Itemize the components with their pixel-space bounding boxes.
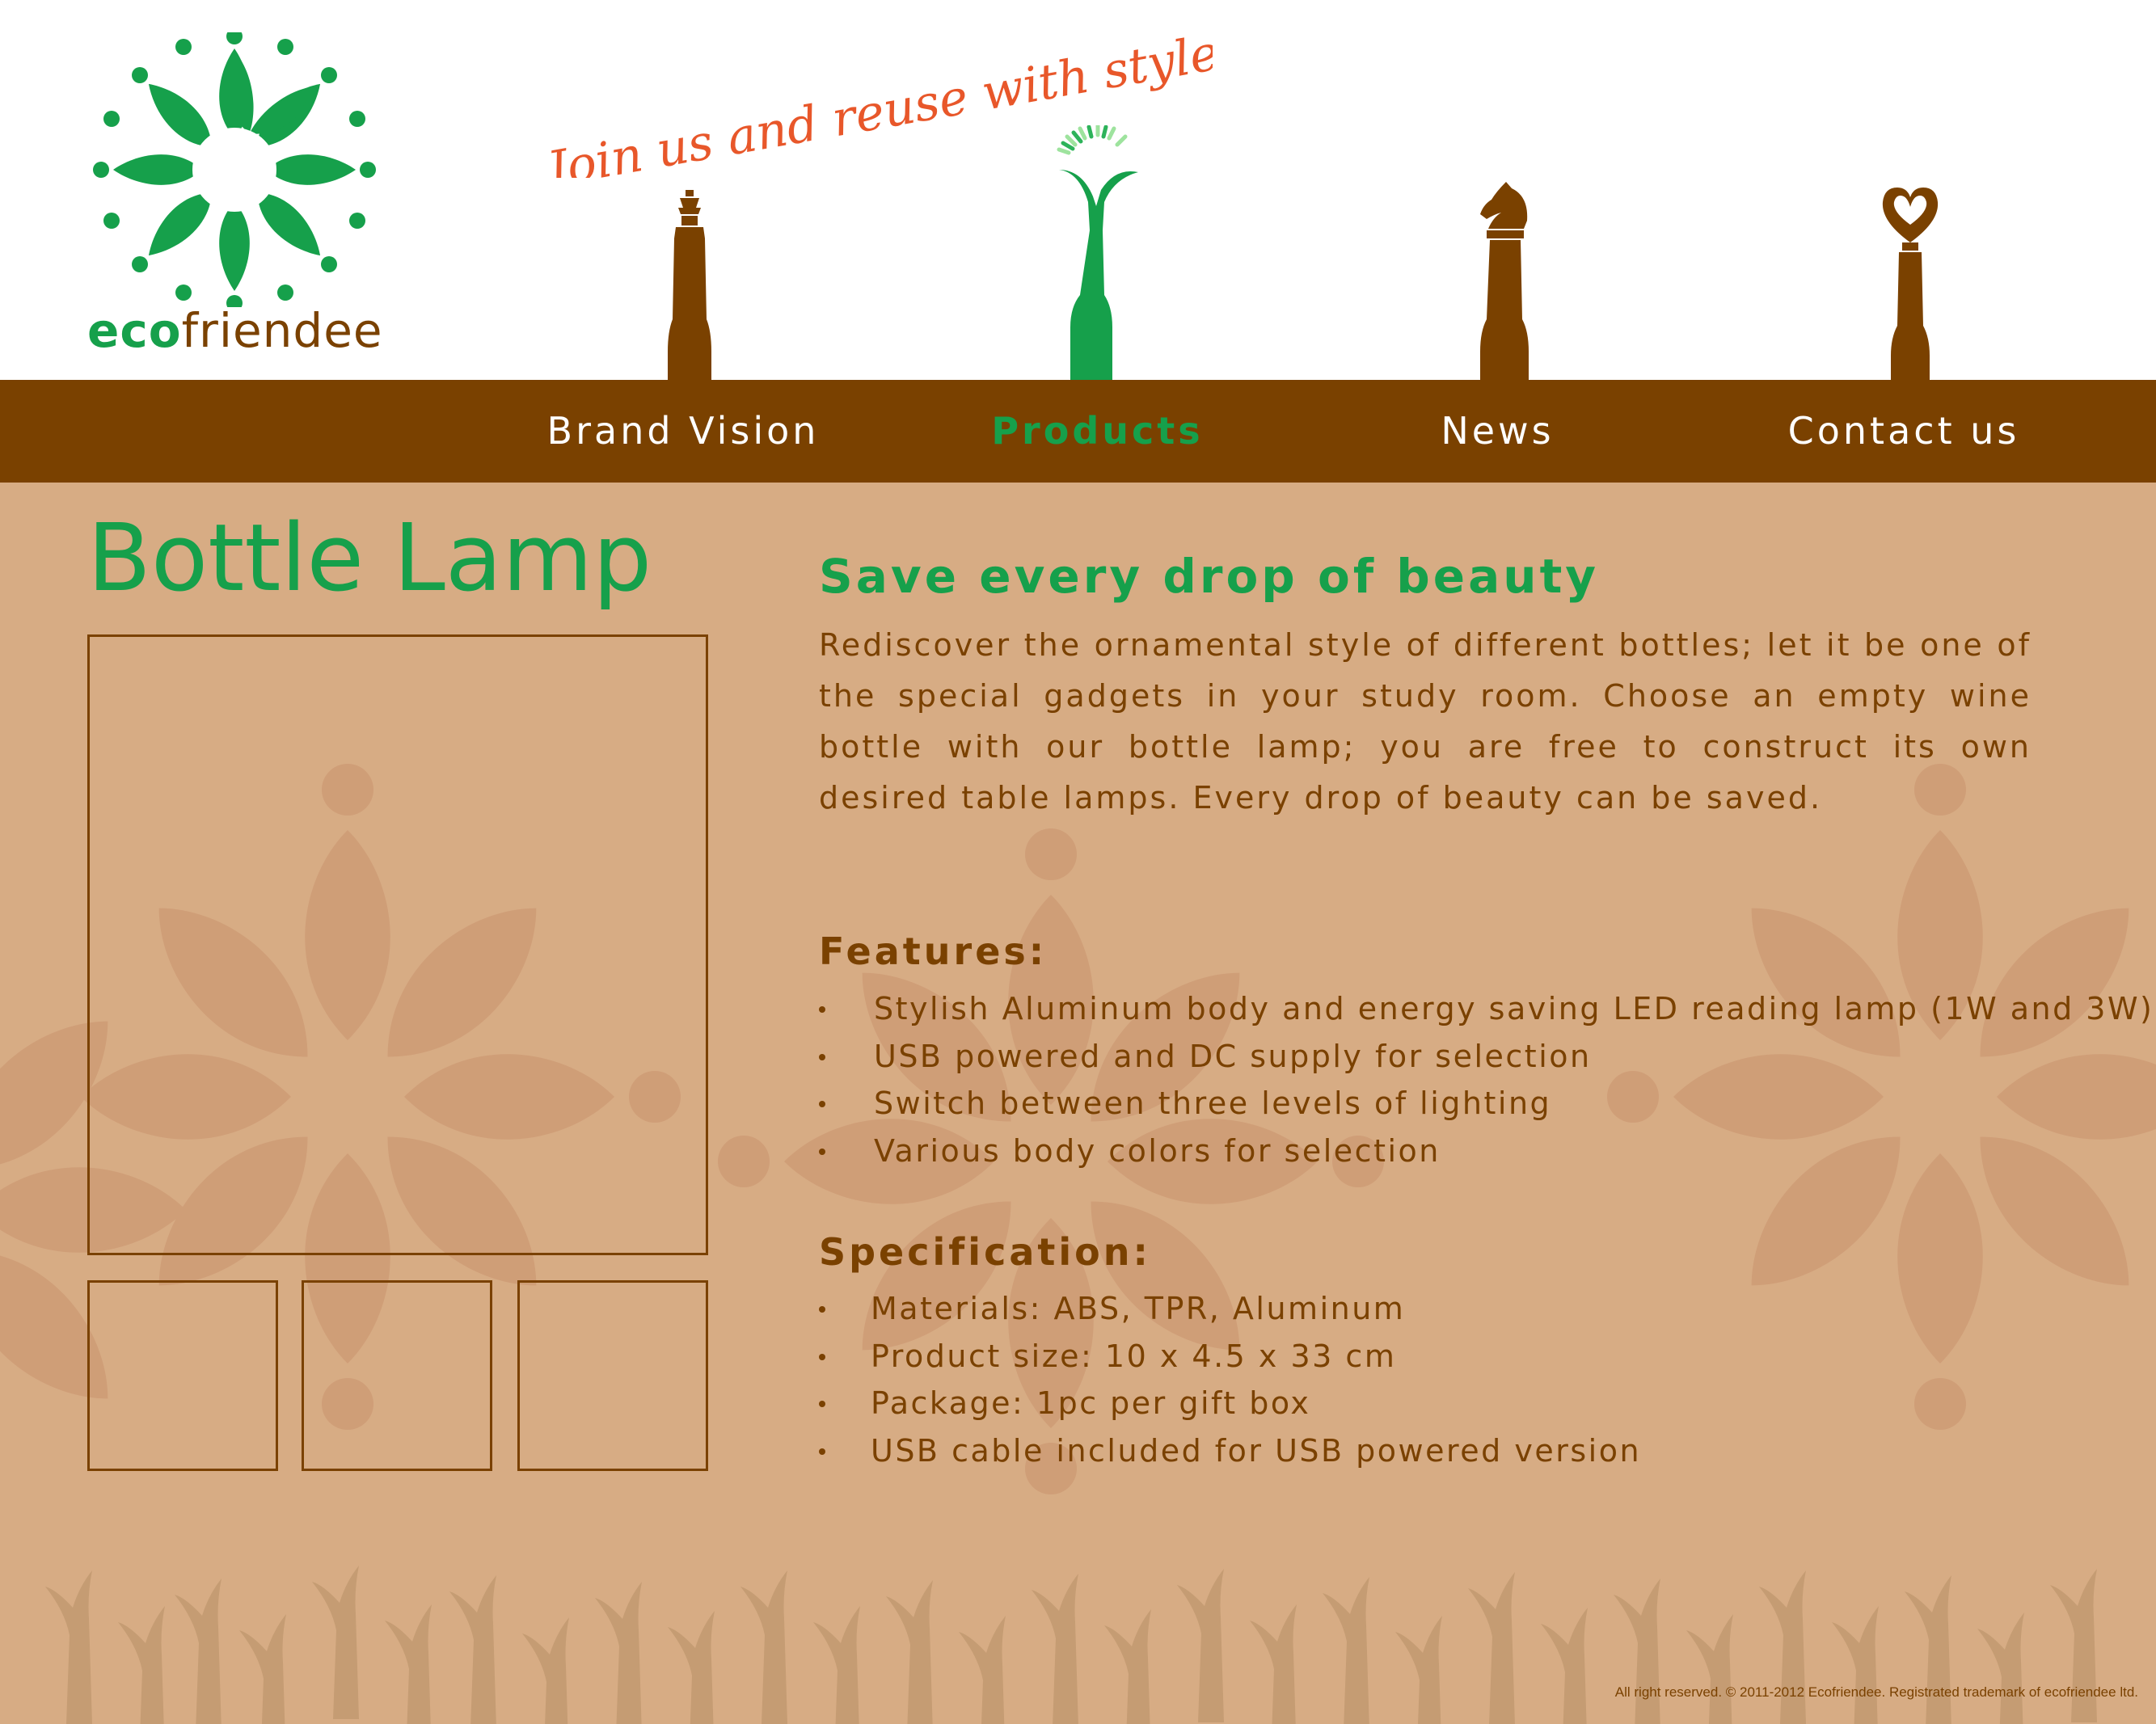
page-title: Bottle Lamp bbox=[87, 504, 652, 613]
bullet-icon bbox=[819, 1353, 825, 1360]
queen-chess-bottle-icon bbox=[668, 190, 711, 380]
product-thumbnail[interactable] bbox=[517, 1280, 708, 1471]
spec-text: Package: 1pc per gift box bbox=[871, 1385, 1311, 1421]
feature-text: Switch between three levels of lighting bbox=[874, 1085, 1552, 1121]
list-item: Switch between three levels of lighting bbox=[819, 1080, 2154, 1128]
features-heading: Features: bbox=[819, 929, 1048, 973]
nav-contact-us[interactable]: Contact us bbox=[1770, 380, 2037, 483]
product-thumbnail[interactable] bbox=[87, 1280, 278, 1471]
heart-bottle-icon bbox=[1882, 188, 1939, 380]
list-item: Various body colors for selection bbox=[819, 1128, 2154, 1175]
brand-name-friendee: friendee bbox=[181, 303, 383, 358]
spec-text: USB cable included for USB powered versi… bbox=[871, 1432, 1642, 1469]
feature-text: Various body colors for selection bbox=[874, 1132, 1441, 1169]
list-item: Product size: 10 x 4.5 x 33 cm bbox=[819, 1333, 1641, 1380]
bullet-icon bbox=[819, 1148, 825, 1155]
list-item: Stylish Aluminum body and energy saving … bbox=[819, 985, 2154, 1033]
logo-flower-icon[interactable] bbox=[89, 32, 380, 307]
content-area: Bottle Lamp Save every drop of beauty Re… bbox=[0, 483, 2156, 1724]
brand-wordmark[interactable]: ecofriendee bbox=[87, 307, 383, 354]
knight-chess-bottle-icon bbox=[1480, 182, 1529, 380]
bullet-icon bbox=[819, 1401, 825, 1407]
list-item: Package: 1pc per gift box bbox=[819, 1380, 1641, 1427]
spec-text: Product size: 10 x 4.5 x 33 cm bbox=[871, 1338, 1397, 1374]
brand-name-eco: eco bbox=[87, 303, 182, 358]
bullet-icon bbox=[819, 1306, 825, 1313]
product-thumbnail[interactable] bbox=[302, 1280, 492, 1471]
lamp-bottle-icon bbox=[1057, 125, 1138, 380]
specification-heading: Specification: bbox=[819, 1230, 1151, 1274]
product-description: Rediscover the ornamental style of diffe… bbox=[819, 627, 2032, 816]
header: ecofriendee Join us and reuse with style… bbox=[0, 0, 2156, 380]
spec-text: Materials: ABS, TPR, Aluminum bbox=[871, 1291, 1406, 1326]
copyright-footer: All right reserved. © 2011-2012 Ecofrien… bbox=[1614, 1684, 2138, 1700]
list-item: Materials: ABS, TPR, Aluminum bbox=[819, 1285, 1641, 1333]
list-item: USB cable included for USB powered versi… bbox=[819, 1427, 1641, 1475]
bullet-icon bbox=[819, 1053, 825, 1060]
list-item: USB powered and DC supply for selection bbox=[819, 1033, 2154, 1081]
nav-news[interactable]: News bbox=[1411, 380, 1584, 483]
nav-products[interactable]: Products bbox=[954, 380, 1241, 483]
nav-brand-vision[interactable]: Brand Vision bbox=[534, 380, 833, 483]
bullet-icon bbox=[819, 1006, 825, 1013]
specification-list: Materials: ABS, TPR, Aluminum Product si… bbox=[819, 1285, 1641, 1474]
product-main-image[interactable] bbox=[87, 634, 708, 1255]
bullet-icon bbox=[819, 1448, 825, 1455]
features-list: Stylish Aluminum body and energy saving … bbox=[819, 985, 2154, 1174]
feature-text: USB powered and DC supply for selection bbox=[874, 1038, 1592, 1074]
main-navigation: Brand Vision Products News Contact us bbox=[0, 380, 2156, 483]
bullet-icon bbox=[819, 1101, 825, 1107]
feature-text: Stylish Aluminum body and energy saving … bbox=[874, 991, 2154, 1026]
product-headline: Save every drop of beauty bbox=[819, 549, 1600, 604]
